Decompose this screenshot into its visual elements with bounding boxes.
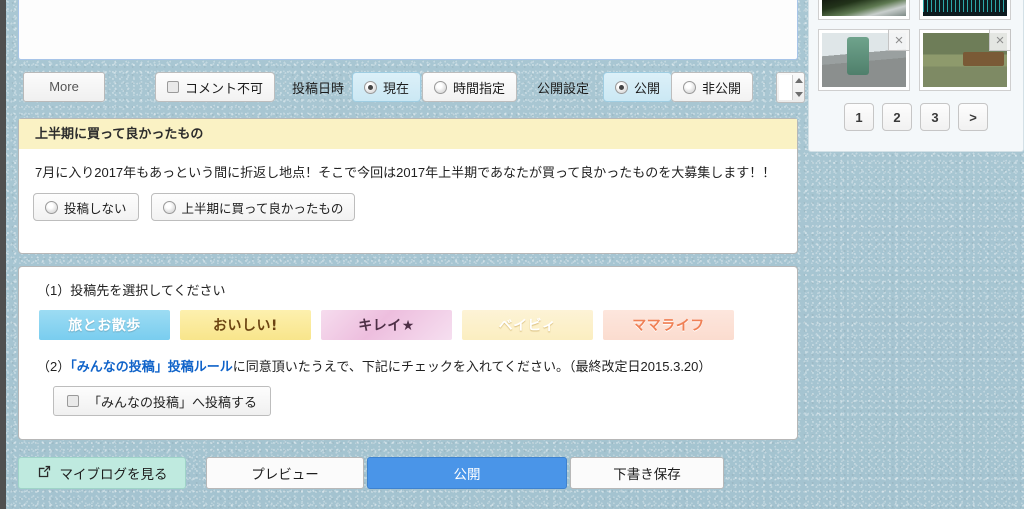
number-spinner[interactable] <box>776 72 805 103</box>
publish-public-radio[interactable]: 公開 <box>603 72 673 102</box>
view-my-blog-label: マイブログを見る <box>59 467 168 482</box>
view-my-blog-button[interactable]: マイブログを見る <box>18 457 186 489</box>
checkbox-icon <box>167 81 179 93</box>
category-banner-mama[interactable]: ママライフ <box>603 310 734 340</box>
agree-post-label: 「みんなの投稿」へ投稿する <box>88 394 258 410</box>
thumbnail-image <box>923 0 1007 16</box>
page-button-3[interactable]: 3 <box>920 103 950 131</box>
editor-toolbar: More コメント不可 投稿日時 現在 時間指定 公開設定 公開 非公開 <box>18 72 804 104</box>
radio-unselected-icon <box>434 80 447 94</box>
thumbnail-item[interactable] <box>919 0 1011 20</box>
step2-suffix: に同意頂いたうえで、下記にチェックを入れてください。（最終改定日2015.3.2… <box>232 359 712 374</box>
campaign-title: 上半期に買って良かったもの <box>19 119 797 149</box>
spinner-arrows <box>793 73 804 102</box>
posting-rules-link[interactable]: 「みんなの投稿」投稿ルール <box>70 359 233 374</box>
thumbnail-item[interactable]: × <box>919 29 1011 91</box>
publish-public-label: 公開 <box>634 80 661 96</box>
datetime-scheduled-radio[interactable]: 時間指定 <box>422 72 518 102</box>
thumbnail-item[interactable]: × <box>818 29 910 91</box>
publish-setting-label: 公開設定 <box>537 81 590 96</box>
step1-label: （1）投稿先を選択してください <box>37 283 226 298</box>
page-button-1[interactable]: 1 <box>844 103 874 131</box>
comment-disable-label: コメント不可 <box>185 80 264 96</box>
campaign-option-none-label: 投稿しない <box>64 201 127 216</box>
image-gallery-sidebar: × × 1 2 3 > <box>808 0 1024 152</box>
thumbnail-grid: × × <box>809 0 1023 91</box>
datetime-scheduled-label: 時間指定 <box>453 80 506 96</box>
step2-prefix: （2） <box>37 359 71 374</box>
radio-unselected-icon <box>162 200 176 214</box>
publish-private-radio[interactable]: 非公開 <box>671 72 754 102</box>
agree-post-checkbox[interactable]: 「みんなの投稿」へ投稿する <box>53 386 272 416</box>
campaign-description: 7月に入り2017年もあっという間に折返し地点！そこで今回は2017年上半期であ… <box>35 165 776 180</box>
checkbox-icon <box>67 395 79 407</box>
radio-selected-icon <box>615 80 628 94</box>
category-banner-oishii[interactable]: おいしい! <box>180 310 311 340</box>
page-button-2[interactable]: 2 <box>882 103 912 131</box>
post-datetime-label: 投稿日時 <box>292 81 345 96</box>
spinner-up-icon[interactable] <box>794 77 803 83</box>
preview-button[interactable]: プレビュー <box>206 457 364 489</box>
remove-thumbnail-icon[interactable]: × <box>989 29 1011 51</box>
campaign-option-none[interactable]: 投稿しない <box>33 193 139 222</box>
radio-unselected-icon <box>45 200 58 214</box>
radio-unselected-icon <box>683 80 696 94</box>
more-button[interactable]: More <box>23 72 105 102</box>
page-next-button[interactable]: > <box>958 103 988 131</box>
campaign-panel: 上半期に買って良かったもの 7月に入り2017年もあっという間に折返し地点！そこ… <box>18 118 798 254</box>
campaign-options: 投稿しない 上半期に買って良かったもの <box>19 183 797 222</box>
spinner-value-field[interactable] <box>779 75 793 100</box>
datetime-now-radio[interactable]: 現在 <box>352 72 422 102</box>
save-draft-button[interactable]: 下書き保存 <box>570 457 724 489</box>
post-target-panel: （1）投稿先を選択してください 旅とお散歩 おいしい! キレイ★ ベイビィ ママ… <box>18 266 798 440</box>
datetime-now-label: 現在 <box>383 80 410 96</box>
remove-thumbnail-icon[interactable]: × <box>888 29 910 51</box>
publish-button[interactable]: 公開 <box>367 457 567 489</box>
thumbnail-image <box>822 0 906 16</box>
campaign-option-join-label: 上半期に買って良かったもの <box>181 201 344 216</box>
editor-main-column: More コメント不可 投稿日時 現在 時間指定 公開設定 公開 非公開 上半期… <box>6 0 805 509</box>
gallery-pagination: 1 2 3 > <box>809 91 1023 131</box>
thumbnail-item[interactable] <box>818 0 910 20</box>
post-target-content: （1）投稿先を選択してください 旅とお散歩 おいしい! キレイ★ ベイビィ ママ… <box>19 267 797 429</box>
post-body-textarea[interactable] <box>18 0 798 60</box>
category-banner-kirei[interactable]: キレイ★ <box>321 310 452 340</box>
external-link-icon <box>37 464 52 482</box>
radio-selected-icon <box>364 80 377 94</box>
step2-label: （2）「みんなの投稿」投稿ルールに同意頂いたうえで、下記にチェックを入れてくださ… <box>37 356 779 375</box>
campaign-option-join[interactable]: 上半期に買って良かったもの <box>150 193 356 222</box>
category-banner-baby[interactable]: ベイビィ <box>462 310 593 340</box>
action-bar: マイブログを見る プレビュー 公開 下書き保存 <box>18 457 804 491</box>
publish-private-label: 非公開 <box>702 80 742 96</box>
spinner-down-icon[interactable] <box>794 92 803 98</box>
comment-disable-checkbox[interactable]: コメント不可 <box>155 72 276 102</box>
category-banner-list: 旅とお散歩 おいしい! キレイ★ ベイビィ ママライフ <box>39 310 779 340</box>
category-banner-tabi[interactable]: 旅とお散歩 <box>39 310 170 340</box>
